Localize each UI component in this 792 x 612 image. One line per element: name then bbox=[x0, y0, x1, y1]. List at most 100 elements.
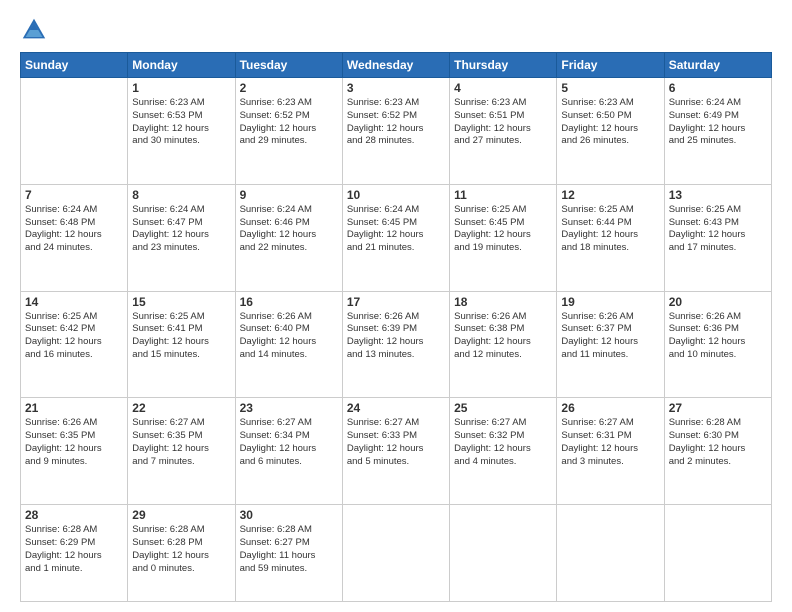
calendar-day-cell: 16Sunrise: 6:26 AM Sunset: 6:40 PM Dayli… bbox=[235, 291, 342, 398]
calendar-day-cell: 10 Sunrise: 6:24 AM Sunset: 6:45 PM Dayli… bbox=[342, 184, 449, 291]
day-number: 13 bbox=[669, 188, 767, 202]
day-info: Sunrise: 6:23 AM Sunset: 6:53 PM Dayligh… bbox=[132, 97, 230, 148]
header bbox=[20, 16, 772, 44]
calendar-day-cell: 2 Sunrise: 6:23 AM Sunset: 6:52 PM Daylig… bbox=[235, 78, 342, 185]
day-number: 22 bbox=[132, 401, 230, 415]
day-info: Sunrise: 6:28 AM Sunset: 6:28 PM Dayligh… bbox=[132, 524, 230, 575]
calendar-day-header: Wednesday bbox=[342, 53, 449, 78]
day-info: Sunrise: 6:27 AM Sunset: 6:31 PM Dayligh… bbox=[561, 417, 659, 468]
calendar-day-cell bbox=[557, 505, 664, 602]
day-number: 17 bbox=[347, 295, 445, 309]
calendar-day-cell: 21 Sunrise: 6:26 AM Sunset: 6:35 PM Dayli… bbox=[21, 398, 128, 505]
calendar-day-cell bbox=[21, 78, 128, 185]
day-number: 15 bbox=[132, 295, 230, 309]
day-number: 26 bbox=[561, 401, 659, 415]
day-info: Sunrise: 6:25 AM Sunset: 6:44 PM Dayligh… bbox=[561, 204, 659, 255]
day-info: Sunrise: 6:25 AM Sunset: 6:45 PM Dayligh… bbox=[454, 204, 552, 255]
day-info: Sunrise: 6:24 AM Sunset: 6:47 PM Dayligh… bbox=[132, 204, 230, 255]
logo-icon bbox=[20, 16, 48, 44]
day-info: Sunrise: 6:26 AM Sunset: 6:35 PM Dayligh… bbox=[25, 417, 123, 468]
calendar-day-cell: 24 Sunrise: 6:27 AM Sunset: 6:33 PM Dayli… bbox=[342, 398, 449, 505]
day-info: Sunrise: 6:24 AM Sunset: 6:46 PM Dayligh… bbox=[240, 204, 338, 255]
day-number: 18 bbox=[454, 295, 552, 309]
day-info: Sunrise: 6:26 AM Sunset: 6:39 PM Dayligh… bbox=[347, 311, 445, 362]
day-number: 9 bbox=[240, 188, 338, 202]
calendar-day-cell: 26 Sunrise: 6:27 AM Sunset: 6:31 PM Dayli… bbox=[557, 398, 664, 505]
day-info: Sunrise: 6:23 AM Sunset: 6:52 PM Dayligh… bbox=[347, 97, 445, 148]
calendar-week-row: 1Sunrise: 6:23 AM Sunset: 6:53 PM Daylig… bbox=[21, 78, 772, 185]
day-info: Sunrise: 6:27 AM Sunset: 6:34 PM Dayligh… bbox=[240, 417, 338, 468]
calendar-day-cell: 13 Sunrise: 6:25 AM Sunset: 6:43 PM Dayli… bbox=[664, 184, 771, 291]
day-number: 23 bbox=[240, 401, 338, 415]
calendar-week-row: 21 Sunrise: 6:26 AM Sunset: 6:35 PM Dayli… bbox=[21, 398, 772, 505]
day-info: Sunrise: 6:27 AM Sunset: 6:35 PM Dayligh… bbox=[132, 417, 230, 468]
day-info: Sunrise: 6:23 AM Sunset: 6:51 PM Dayligh… bbox=[454, 97, 552, 148]
day-number: 20 bbox=[669, 295, 767, 309]
calendar-day-cell: 30 Sunrise: 6:28 AM Sunset: 6:27 PM Dayli… bbox=[235, 505, 342, 602]
calendar-day-cell bbox=[450, 505, 557, 602]
calendar-day-cell: 7 Sunrise: 6:24 AM Sunset: 6:48 PM Daylig… bbox=[21, 184, 128, 291]
calendar-day-header: Tuesday bbox=[235, 53, 342, 78]
day-number: 29 bbox=[132, 508, 230, 522]
calendar-day-cell: 14 Sunrise: 6:25 AM Sunset: 6:42 PM Dayli… bbox=[21, 291, 128, 398]
day-number: 30 bbox=[240, 508, 338, 522]
day-info: Sunrise: 6:24 AM Sunset: 6:49 PM Dayligh… bbox=[669, 97, 767, 148]
day-number: 3 bbox=[347, 81, 445, 95]
calendar-day-header: Thursday bbox=[450, 53, 557, 78]
calendar-day-cell: 27 Sunrise: 6:28 AM Sunset: 6:30 PM Dayli… bbox=[664, 398, 771, 505]
day-number: 24 bbox=[347, 401, 445, 415]
day-number: 21 bbox=[25, 401, 123, 415]
calendar-week-row: 7 Sunrise: 6:24 AM Sunset: 6:48 PM Daylig… bbox=[21, 184, 772, 291]
day-info: Sunrise: 6:24 AM Sunset: 6:45 PM Dayligh… bbox=[347, 204, 445, 255]
day-info: Sunrise: 6:28 AM Sunset: 6:30 PM Dayligh… bbox=[669, 417, 767, 468]
calendar-day-cell: 23 Sunrise: 6:27 AM Sunset: 6:34 PM Dayli… bbox=[235, 398, 342, 505]
calendar-day-cell: 15 Sunrise: 6:25 AM Sunset: 6:41 PM Dayli… bbox=[128, 291, 235, 398]
day-number: 25 bbox=[454, 401, 552, 415]
calendar-day-cell: 17 Sunrise: 6:26 AM Sunset: 6:39 PM Dayli… bbox=[342, 291, 449, 398]
calendar-table: SundayMondayTuesdayWednesdayThursdayFrid… bbox=[20, 52, 772, 602]
day-number: 16 bbox=[240, 295, 338, 309]
calendar-day-cell: 3 Sunrise: 6:23 AM Sunset: 6:52 PM Daylig… bbox=[342, 78, 449, 185]
day-number: 5 bbox=[561, 81, 659, 95]
day-info: Sunrise: 6:25 AM Sunset: 6:41 PM Dayligh… bbox=[132, 311, 230, 362]
day-number: 8 bbox=[132, 188, 230, 202]
day-info: Sunrise: 6:28 AM Sunset: 6:27 PM Dayligh… bbox=[240, 524, 338, 575]
calendar-day-cell: 1Sunrise: 6:23 AM Sunset: 6:53 PM Daylig… bbox=[128, 78, 235, 185]
calendar-day-cell bbox=[664, 505, 771, 602]
day-info: Sunrise: 6:27 AM Sunset: 6:32 PM Dayligh… bbox=[454, 417, 552, 468]
calendar-day-header: Friday bbox=[557, 53, 664, 78]
calendar-day-cell: 28 Sunrise: 6:28 AM Sunset: 6:29 PM Dayli… bbox=[21, 505, 128, 602]
calendar-day-cell: 19Sunrise: 6:26 AM Sunset: 6:37 PM Dayli… bbox=[557, 291, 664, 398]
calendar-day-cell: 20Sunrise: 6:26 AM Sunset: 6:36 PM Dayli… bbox=[664, 291, 771, 398]
calendar-day-header: Monday bbox=[128, 53, 235, 78]
day-number: 10 bbox=[347, 188, 445, 202]
day-info: Sunrise: 6:23 AM Sunset: 6:50 PM Dayligh… bbox=[561, 97, 659, 148]
day-number: 28 bbox=[25, 508, 123, 522]
calendar-header-row: SundayMondayTuesdayWednesdayThursdayFrid… bbox=[21, 53, 772, 78]
day-info: Sunrise: 6:28 AM Sunset: 6:29 PM Dayligh… bbox=[25, 524, 123, 575]
day-info: Sunrise: 6:26 AM Sunset: 6:37 PM Dayligh… bbox=[561, 311, 659, 362]
day-info: Sunrise: 6:24 AM Sunset: 6:48 PM Dayligh… bbox=[25, 204, 123, 255]
page: SundayMondayTuesdayWednesdayThursdayFrid… bbox=[0, 0, 792, 612]
day-number: 7 bbox=[25, 188, 123, 202]
calendar-day-cell: 25 Sunrise: 6:27 AM Sunset: 6:32 PM Dayli… bbox=[450, 398, 557, 505]
calendar-week-row: 28 Sunrise: 6:28 AM Sunset: 6:29 PM Dayli… bbox=[21, 505, 772, 602]
day-number: 27 bbox=[669, 401, 767, 415]
calendar-day-cell: 8 Sunrise: 6:24 AM Sunset: 6:47 PM Daylig… bbox=[128, 184, 235, 291]
calendar-day-cell: 11Sunrise: 6:25 AM Sunset: 6:45 PM Dayli… bbox=[450, 184, 557, 291]
day-number: 2 bbox=[240, 81, 338, 95]
day-info: Sunrise: 6:23 AM Sunset: 6:52 PM Dayligh… bbox=[240, 97, 338, 148]
calendar-day-cell: 12 Sunrise: 6:25 AM Sunset: 6:44 PM Dayli… bbox=[557, 184, 664, 291]
day-number: 14 bbox=[25, 295, 123, 309]
day-number: 4 bbox=[454, 81, 552, 95]
day-info: Sunrise: 6:27 AM Sunset: 6:33 PM Dayligh… bbox=[347, 417, 445, 468]
calendar-day-cell: 29 Sunrise: 6:28 AM Sunset: 6:28 PM Dayli… bbox=[128, 505, 235, 602]
day-info: Sunrise: 6:25 AM Sunset: 6:42 PM Dayligh… bbox=[25, 311, 123, 362]
day-number: 12 bbox=[561, 188, 659, 202]
day-info: Sunrise: 6:25 AM Sunset: 6:43 PM Dayligh… bbox=[669, 204, 767, 255]
logo bbox=[20, 16, 52, 44]
day-number: 6 bbox=[669, 81, 767, 95]
calendar-day-cell: 6 Sunrise: 6:24 AM Sunset: 6:49 PM Daylig… bbox=[664, 78, 771, 185]
calendar-day-header: Sunday bbox=[21, 53, 128, 78]
calendar-day-cell: 9 Sunrise: 6:24 AM Sunset: 6:46 PM Daylig… bbox=[235, 184, 342, 291]
